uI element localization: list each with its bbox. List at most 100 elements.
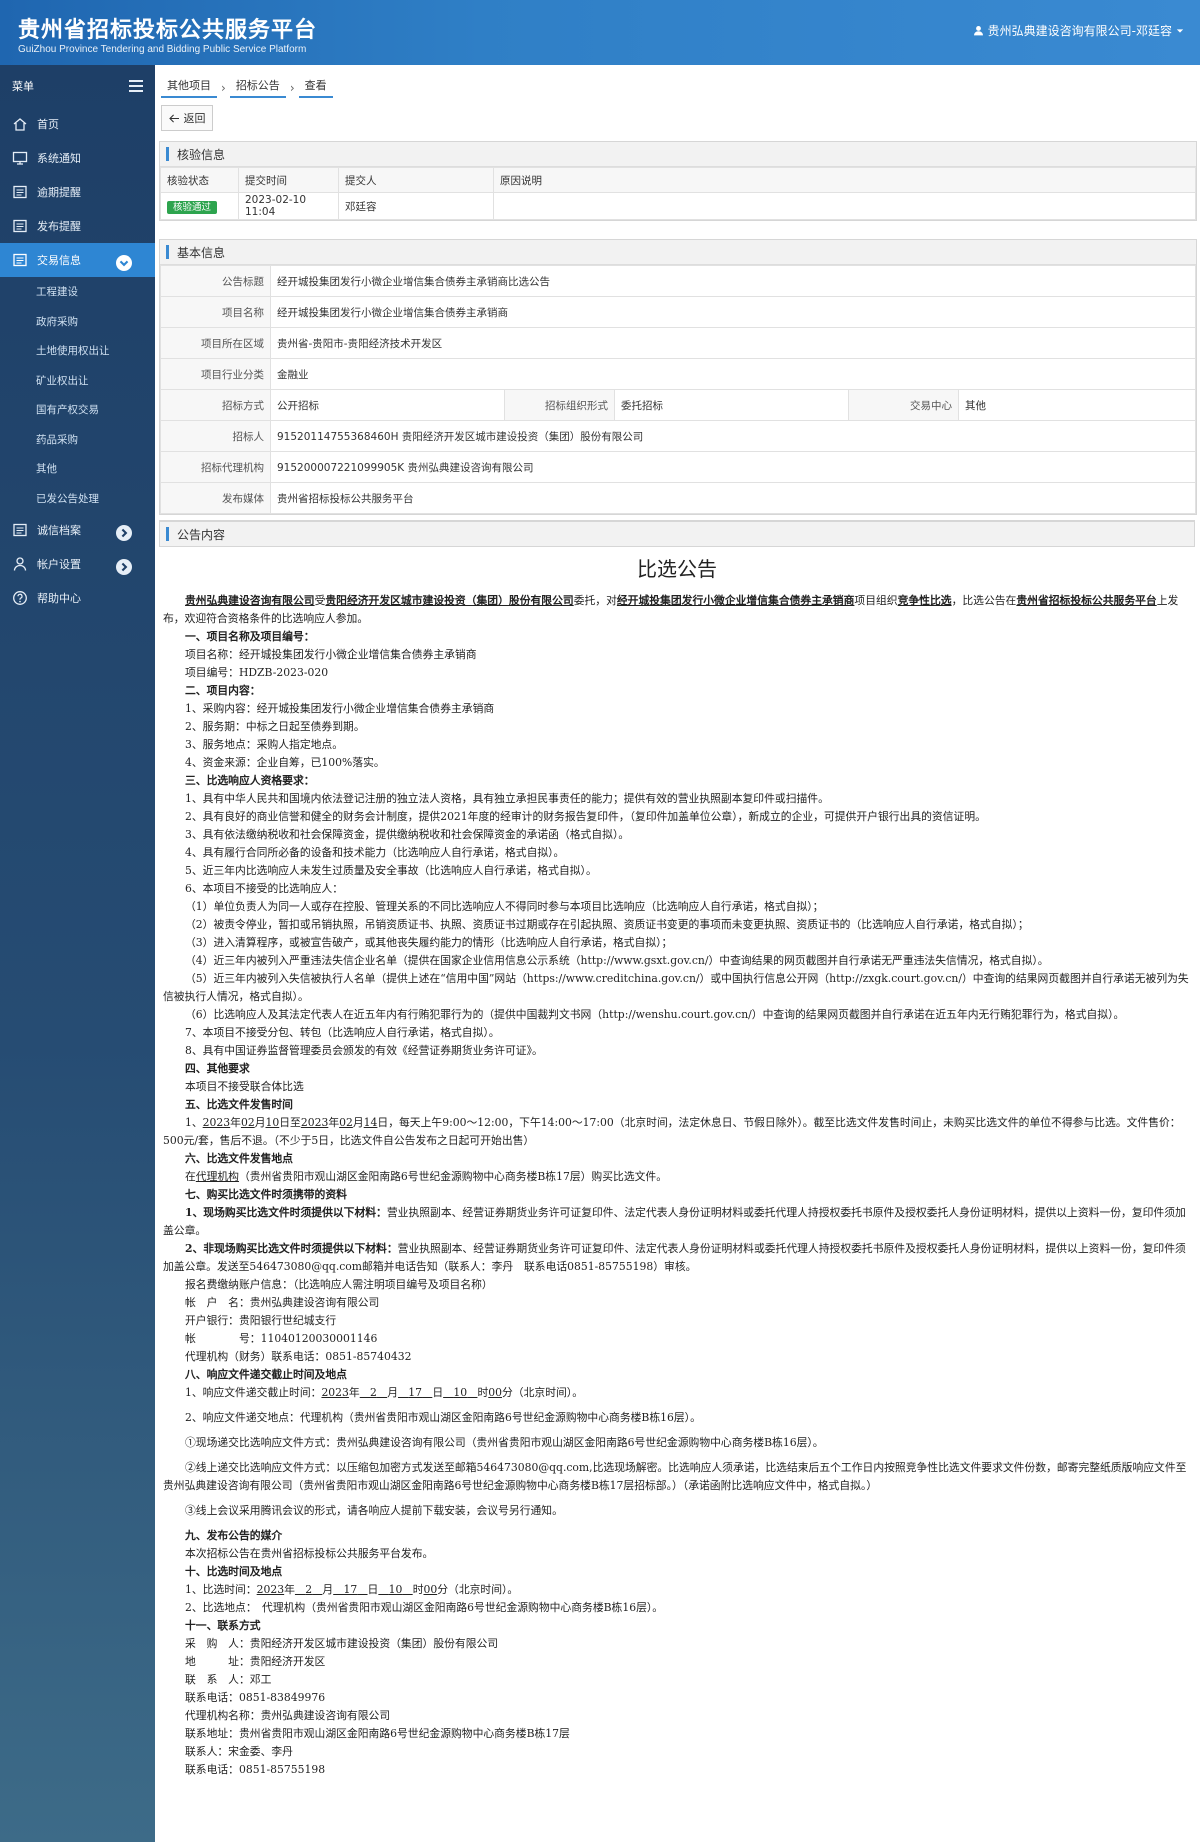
hamburger-icon[interactable] (129, 80, 143, 92)
breadcrumb-separator: › (289, 80, 295, 95)
document-line: 联系电话：0851-83849976 (185, 1691, 326, 1704)
sidebar-subitem-published[interactable]: 已发公告处理 (0, 484, 155, 514)
verify-table: 核验状态 提交时间 提交人 原因说明 核验通过 2023-02-10 11:04… (160, 167, 1196, 220)
sidebar-item-overdue[interactable]: 逾期提醒 (0, 175, 155, 209)
table-row: 项目名称 经开城投集团发行小微企业增信集合债券主承销商 (160, 296, 1196, 328)
deadline-line: 1、响应文件递交截止时间：2023年 2 月 17 日 10 时00分（北京时间… (185, 1386, 583, 1399)
document-line: 项目编号：HDZB-2023-020 (185, 666, 329, 679)
breadcrumb-other-projects[interactable]: 其他项目 (161, 77, 217, 98)
sidebar-item-label: 系统通知 (37, 152, 81, 165)
sidebar-subitem-mining[interactable]: 矿业权出让 (0, 366, 155, 396)
document-line: （6）比选响应人及其法定代表人在近五年内有行贿犯罪行为的（提供中国裁判文书网（h… (185, 1008, 1125, 1021)
section-heading: 一、项目名称及项目编号： (185, 630, 315, 643)
breadcrumb: 其他项目 › 招标公告 › 查看 (161, 77, 333, 98)
document-line: 2、响应文件递交地点：代理机构（贵州省贵阳市观山湖区金阳南路6号世纪金源购物中心… (185, 1411, 701, 1424)
breadcrumb-separator: › (221, 80, 226, 95)
basic-info-table: 公告标题 经开城投集团发行小微企业增信集合债券主承销商比选公告 项目名称 经开城投集… (160, 265, 1196, 514)
user-menu[interactable]: 贵州弘典建设咨询有限公司-邓廷容 (973, 22, 1184, 39)
sidebar-item-label: 诚信档案 (37, 524, 81, 537)
sidebar-item-label: 交易信息 (37, 254, 81, 267)
sidebar-item-publish[interactable]: 发布提醒 (0, 209, 155, 243)
section-heading: 八、响应文件递交截止时间及地点 (185, 1368, 347, 1381)
sidebar-item-label: 首页 (37, 118, 59, 131)
sidebar-subitem-medicine[interactable]: 药品采购 (0, 425, 155, 455)
section-heading: 六、比选文件发售地点 (185, 1152, 293, 1165)
sale-time-line: 1、2023年02月10日至2023年02月14日，每天上午9:00～12:00… (163, 1116, 1181, 1147)
document-line: ②线上递交比选响应文件方式：以压缩包加密方式发送至邮箱546473080@qq.… (163, 1461, 1187, 1492)
sidebar-item-trade[interactable]: 交易信息 (0, 243, 155, 277)
top-header: 贵州省招标投标公共服务平台 GuiZhou Province Tendering… (0, 0, 1200, 65)
section-heading: 五、比选文件发售时间 (185, 1098, 293, 1111)
table-row: 项目所在区域 贵州省-贵阳市-贵阳经济技术开发区 (160, 327, 1196, 359)
back-button-label: 返回 (183, 112, 206, 125)
notice-section-b: 报名费缴纳账户信息：（比选响应人需注明项目编号及项目名称） 帐 户 名：贵州弘典建… (163, 1276, 1191, 1384)
sidebar-subitem-land[interactable]: 土地使用权出让 (0, 336, 155, 366)
document-line: 2、服务期：中标之日起至债券到期。 (185, 720, 365, 733)
document-line: 2、比选地点： 代理机构（贵州省贵阳市观山湖区金阳南路6号世纪金源购物中心商务楼… (185, 1601, 664, 1614)
document-line: 7、本项目不接受分包、转包（比选响应人自行承诺，格式自拟）。 (185, 1026, 500, 1039)
intro-paragraph: 贵州弘典建设咨询有限公司受贵阳经济开发区城市建设投资（集团）股份有限公司委托，对… (163, 594, 1179, 625)
document-line: ①现场递交比选响应文件方式：贵州弘典建设咨询有限公司（贵州省贵阳市观山湖区金阳南… (185, 1436, 824, 1449)
document-line: 报名费缴纳账户信息：（比选响应人需注明项目编号及项目名称） (185, 1278, 493, 1291)
section-heading: 三、比选响应人资格要求： (185, 774, 315, 787)
basic-info-title: 基本信息 (160, 240, 1196, 265)
onsite-materials-line: 1、现场购买比选文件时须提供以下材料：营业执照副本、经营证券期货业务许可证复印件… (163, 1206, 1186, 1237)
chevron-down-icon (116, 255, 132, 271)
back-button[interactable]: 返回 (161, 105, 213, 131)
sale-place-line: 在代理机构（贵州省贵阳市观山湖区金阳南路6号世纪金源购物中心商务楼B栋17层）购… (185, 1170, 668, 1183)
verify-panel: 核验信息 核验状态 提交时间 提交人 原因说明 核验通过 2023-02-10 … (159, 141, 1197, 221)
sidebar-item-credit[interactable]: 诚信档案 (0, 513, 155, 547)
table-row: 公告标题 经开城投集团发行小微企业增信集合债券主承销商比选公告 (160, 265, 1196, 297)
document-line: 本项目不接受联合体比选 (185, 1080, 304, 1093)
notice-section-d: 2、比选地点： 代理机构（贵州省贵阳市观山湖区金阳南路6号世纪金源购物中心商务楼… (163, 1599, 1191, 1779)
breadcrumb-tender-notice[interactable]: 招标公告 (229, 77, 286, 98)
sidebar-subitem-property[interactable]: 国有产权交易 (0, 395, 155, 425)
verify-status-cell: 核验通过 (160, 192, 239, 220)
section-heading: 四、其他要求 (185, 1062, 250, 1075)
notice-document: 贵州弘典建设咨询有限公司受贵阳经济开发区城市建设投资（集团）股份有限公司委托，对… (159, 592, 1195, 1779)
document-line: 代理机构名称：贵州弘典建设咨询有限公司 (185, 1709, 391, 1722)
document-line: 帐 号：11040120030001146 (185, 1332, 378, 1345)
document-line: 地 址：贵阳经济开发区 (185, 1655, 326, 1668)
sidebar-subitem-other[interactable]: 其他 (0, 454, 155, 484)
document-line: 联系电话：0851-85755198 (185, 1763, 326, 1776)
menu-label: 菜单 (12, 80, 34, 93)
sidebar-item-label: 发布提醒 (37, 220, 81, 233)
section-heading: 七、购买比选文件时须携带的资料 (185, 1188, 347, 1201)
section-heading: 九、发布公告的媒介 (185, 1529, 283, 1542)
platform-title: 贵州省招标投标公共服务平台 (18, 18, 318, 43)
sidebar-item-label: 逾期提醒 (37, 186, 81, 199)
caret-down-icon (1176, 28, 1184, 33)
verify-submitter-cell: 邓廷容 (338, 192, 494, 220)
sidebar-subitem-engineering[interactable]: 工程建设 (0, 277, 155, 307)
sidebar-item-help[interactable]: 帮助中心 (0, 581, 155, 615)
list-icon (13, 523, 27, 537)
table-row: 招标人 91520114755368460H 贵阳经济开发区城市建设投资（集团）股… (160, 420, 1196, 452)
document-line: （4）近三年内被列入严重违法失信企业名单（提供在国家企业信用信息公示系统（htt… (185, 954, 1049, 967)
document-line: 1、采购内容：经开城投集团发行小微企业增信集合债券主承销商 (185, 702, 495, 715)
monitor-icon (12, 151, 28, 165)
document-line: 开户银行：贵阳银行世纪城支行 (185, 1314, 337, 1327)
document-line: 5、近三年内比选响应人未发生过质量及安全事故（比选响应人自行承诺，格式自拟）。 (185, 864, 597, 877)
document-line: 8、具有中国证券监督管理委员会颁发的有效《经营证券期货业务许可证》。 (185, 1044, 543, 1057)
sidebar-header: 菜单 (0, 65, 155, 107)
table-header: 核验状态 (160, 167, 239, 193)
notice-panel-title: 公告内容 (159, 521, 1195, 547)
home-icon (13, 118, 27, 131)
verify-reason-cell (493, 192, 1196, 220)
document-line: ③线上会议采用腾讯会议的形式，请各响应人提前下载安装，会议号另行通知。 (185, 1504, 563, 1517)
table-header: 提交时间 (238, 167, 339, 193)
chevron-right-icon (116, 525, 132, 541)
sidebar-item-home[interactable]: 首页 (0, 107, 155, 141)
sidebar-item-notice[interactable]: 系统通知 (0, 141, 155, 175)
document-line: 1、具有中华人民共和国境内依法登记注册的独立法人资格，具有独立承担民事责任的能力… (185, 792, 829, 805)
back-arrow-icon (168, 114, 179, 122)
document-title: 比选公告 (637, 557, 717, 581)
document-line: （3）进入清算程序，或被宣告破产，或其他丧失履约能力的情形（比选响应人自行承诺，… (185, 936, 673, 949)
list-icon (13, 253, 27, 267)
document-line: 代理机构（财务）联系电话：0851-85740432 (185, 1350, 412, 1363)
sidebar-subitem-government[interactable]: 政府采购 (0, 307, 155, 337)
compare-time-line: 1、比选时间：2023年 2 月 17 日 10 时00分（北京时间）。 (185, 1583, 519, 1596)
table-row: 发布媒体 贵州省招标投标公共服务平台 (160, 482, 1196, 514)
sidebar-item-account[interactable]: 帐户设置 (0, 547, 155, 581)
